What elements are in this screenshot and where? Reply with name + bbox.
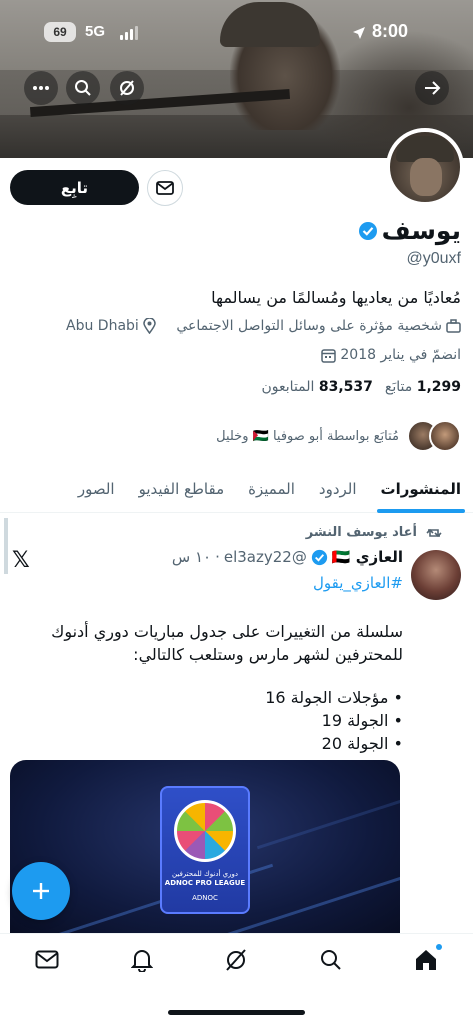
post-media[interactable]: دوري أدنوك للمحترفين ADNOC PRO LEAGUE AD… <box>10 760 400 935</box>
profile-category: شخصية مؤثرة على وسائل التواصل الاجتماعي <box>176 318 442 334</box>
location-row: Abu Dhabi <box>66 318 156 334</box>
league-name-ar: دوري أدنوك للمحترفين <box>172 870 238 878</box>
follow-stats: 1,299 متابَع 83,537 المتابعون <box>262 379 461 395</box>
location-arrow-icon <box>353 27 365 39</box>
x-logo-icon: 𝕏 <box>12 548 30 573</box>
following-stat[interactable]: 1,299 متابَع <box>385 379 461 395</box>
network-label: 5G <box>85 23 106 40</box>
verified-badge-icon <box>311 549 327 565</box>
post-time: ١٠ س <box>171 548 212 566</box>
profile-name: يوسف <box>358 216 461 245</box>
status-bar: 69 5G 8:00 <box>0 18 473 48</box>
grok-icon <box>120 80 134 96</box>
repost-label: أعاد يوسف النشر <box>305 525 417 540</box>
signal-icon <box>120 26 140 40</box>
league-name-en: ADNOC PRO LEAGUE <box>164 879 246 887</box>
post-divider <box>4 518 8 574</box>
follow-button[interactable]: تابِع <box>10 170 139 205</box>
mail-icon <box>156 181 174 195</box>
profile-avatar[interactable] <box>386 128 464 206</box>
search-button[interactable] <box>66 71 100 105</box>
search-icon <box>75 80 91 96</box>
back-button[interactable] <box>415 71 449 105</box>
home-indicator <box>168 1010 305 1015</box>
arrow-right-icon <box>425 81 441 95</box>
message-button[interactable] <box>147 170 183 206</box>
compose-button[interactable] <box>12 862 70 920</box>
joined-date: انضمّ في يناير 2018 <box>340 347 461 363</box>
more-icon <box>33 86 49 90</box>
mail-icon <box>35 950 59 969</box>
post-text: سلسلة من التغييرات على جدول مباريات دوري… <box>51 622 403 664</box>
joined-row: انضمّ في يناير 2018 <box>321 347 461 363</box>
followed-by-avatars <box>407 420 461 452</box>
followers-stat[interactable]: 83,537 المتابعون <box>262 379 373 395</box>
tab-videos[interactable]: مقاطع الفيديو <box>127 466 237 512</box>
profile-handle: @y0uxf <box>406 250 461 267</box>
nav-search[interactable] <box>307 938 355 982</box>
clock: 8:00 <box>372 21 409 41</box>
calendar-icon <box>321 348 337 363</box>
briefcase-icon <box>446 319 461 333</box>
repost-icon <box>426 528 442 537</box>
tab-photos[interactable]: الصور <box>66 466 127 512</box>
followed-by-text: مُتابَع بواسطة أبو صوفيا 🇵🇸 وخليل <box>216 428 399 444</box>
tab-replies[interactable]: الردود <box>307 466 369 512</box>
post-header: العازي 🇦🇪 @el3azy22 · ١٠ س <box>171 548 403 566</box>
post-hashtag[interactable]: #العازي_يقول <box>313 574 403 592</box>
nav-home[interactable] <box>402 938 450 982</box>
list-item: الجولة 19 <box>265 709 403 732</box>
nav-notifications[interactable] <box>118 938 166 982</box>
plus-icon <box>33 883 49 899</box>
home-icon <box>415 949 436 970</box>
profile-bio: مُعاديًا من يعاديها ومُسالمًا من يسالمها <box>211 288 461 307</box>
list-item: مؤجلات الجولة 16 <box>265 686 403 709</box>
search-icon <box>321 949 341 970</box>
bottom-navigation <box>0 933 473 985</box>
location-pin-icon <box>143 318 156 334</box>
profile-name-text: يوسف <box>381 216 461 245</box>
more-options-button[interactable] <box>24 71 58 105</box>
profile-tabs: المنشورات الردود المميزة مقاطع الفيديو ا… <box>0 466 473 513</box>
bell-icon <box>130 949 153 972</box>
verified-badge-icon[interactable] <box>358 221 378 241</box>
post-author-name[interactable]: العازي 🇦🇪 <box>332 548 403 566</box>
avatar <box>429 420 461 452</box>
post-author-handle: @el3azy22 <box>223 548 307 566</box>
league-ball-icon <box>174 800 236 862</box>
list-item: الجولة 20 <box>265 732 403 755</box>
tab-highlights[interactable]: المميزة <box>236 466 307 512</box>
tab-posts[interactable]: المنشورات <box>369 466 473 513</box>
battery-indicator: 69 <box>44 22 76 42</box>
notification-dot <box>435 943 442 950</box>
league-logo: دوري أدنوك للمحترفين ADNOC PRO LEAGUE AD… <box>160 786 250 914</box>
repost-indicator: أعاد يوسف النشر <box>306 525 443 540</box>
grok-button[interactable] <box>110 71 144 105</box>
league-brand: ADNOC <box>192 894 218 902</box>
nav-messages[interactable] <box>23 938 71 982</box>
category-row: شخصية مؤثرة على وسائل التواصل الاجتماعي <box>176 318 461 334</box>
post-list: مؤجلات الجولة 16 الجولة 19 الجولة 20 <box>265 686 403 755</box>
post-author-avatar[interactable] <box>411 550 461 600</box>
grok-icon <box>226 948 247 971</box>
profile-location: Abu Dhabi <box>66 318 139 334</box>
followed-by-row[interactable]: مُتابَع بواسطة أبو صوفيا 🇵🇸 وخليل <box>216 420 461 452</box>
nav-grok[interactable] <box>212 938 260 982</box>
